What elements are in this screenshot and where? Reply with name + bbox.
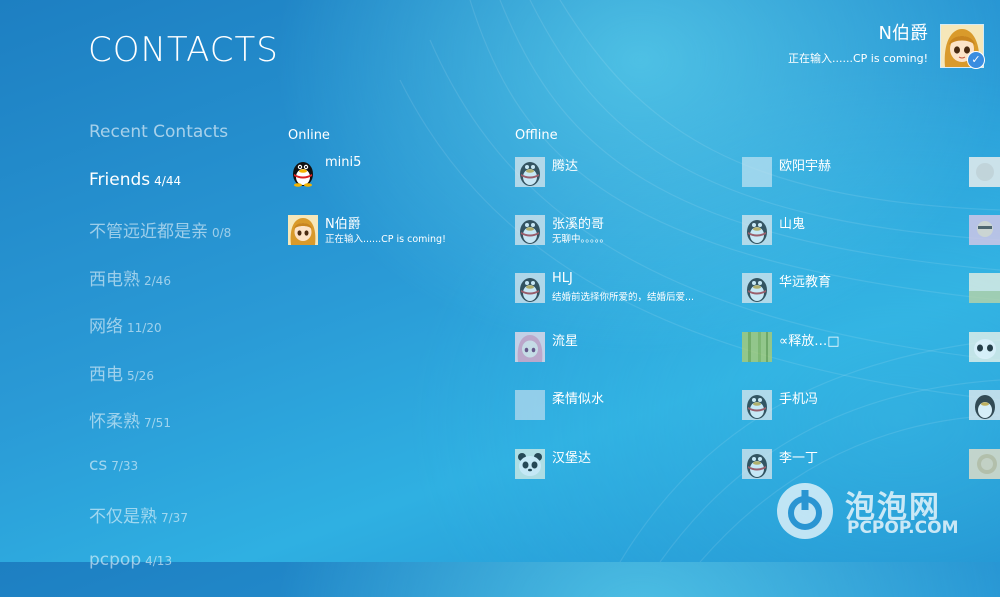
- partial-avatar[interactable]: [969, 273, 1000, 303]
- contact-item[interactable]: 李一丁: [742, 449, 957, 481]
- anime-girl-avatar: [288, 215, 318, 245]
- contact-item[interactable]: N伯爵 正在输入......CP is coming!: [288, 215, 503, 247]
- contact-item[interactable]: HLJ 结婚前选择你所爱的，结婚后爱...: [515, 273, 730, 305]
- group-list: Recent Contacts Friends4/44 不管远近都是亲0/8 西…: [89, 122, 231, 597]
- group-item[interactable]: 西电5/26: [89, 360, 231, 408]
- penguin-icon: [515, 273, 545, 303]
- watermark: 泡泡网 PCPOP.COM: [773, 480, 978, 542]
- group-item-recent[interactable]: Recent Contacts: [89, 122, 231, 170]
- online-check-icon: ✓: [967, 51, 985, 69]
- bamboo-avatar: [742, 332, 772, 362]
- contact-item[interactable]: 山鬼: [742, 215, 957, 247]
- page-title: CONTACTS: [88, 30, 279, 70]
- offline-header: Offline: [515, 128, 558, 143]
- partial-avatar[interactable]: [969, 449, 1000, 479]
- panda-icon: [515, 449, 545, 479]
- current-user[interactable]: N伯爵 正在输入......CP is coming!: [788, 22, 928, 66]
- group-item[interactable]: 西电熟2/46: [89, 265, 231, 313]
- penguin-icon[interactable]: [969, 390, 1000, 420]
- contact-item[interactable]: 流星: [515, 332, 730, 364]
- current-user-name: N伯爵: [788, 22, 928, 46]
- watermark-en: PCPOP.COM: [847, 518, 959, 538]
- contact-item[interactable]: 张溪的哥 无聊中。。。。。: [515, 215, 730, 247]
- group-item[interactable]: cs7/33: [89, 455, 231, 503]
- contact-item[interactable]: 欧阳宇赫: [742, 157, 957, 189]
- penguin-icon: [515, 157, 545, 187]
- penguin-icon: [742, 449, 772, 479]
- group-item[interactable]: 网络11/20: [89, 312, 231, 360]
- penguin-icon: [515, 215, 545, 245]
- online-header: Online: [288, 128, 330, 143]
- partial-avatar[interactable]: [969, 215, 1000, 245]
- group-item-friends[interactable]: Friends4/44: [89, 170, 231, 218]
- penguin-icon: [742, 390, 772, 420]
- pink-anime-avatar: [515, 332, 545, 362]
- group-item[interactable]: 不管远近都是亲0/8: [89, 217, 231, 265]
- panda-icon[interactable]: [969, 332, 1000, 362]
- blank-avatar: [742, 157, 772, 187]
- group-item[interactable]: 不仅是熟7/37: [89, 502, 231, 550]
- blank-avatar: [515, 390, 545, 420]
- contact-item[interactable]: 手机冯: [742, 390, 957, 422]
- group-item[interactable]: 怀柔熟7/51: [89, 407, 231, 455]
- pcpop-logo-icon: [773, 480, 837, 542]
- contact-item[interactable]: 华远教育: [742, 273, 957, 305]
- group-item[interactable]: pcpop4/13: [89, 550, 231, 597]
- contact-item[interactable]: 汉堡达: [515, 449, 730, 481]
- current-user-status: 正在输入......CP is coming!: [788, 50, 928, 66]
- penguin-icon: [742, 215, 772, 245]
- contact-item[interactable]: 柔情似水: [515, 390, 730, 422]
- penguin-icon: [288, 157, 318, 187]
- partial-avatar[interactable]: [969, 157, 1000, 187]
- contact-item[interactable]: ∝释放…□: [742, 332, 957, 364]
- contact-item[interactable]: mini5: [288, 157, 503, 189]
- contact-item[interactable]: 腾达: [515, 157, 730, 189]
- penguin-icon: [742, 273, 772, 303]
